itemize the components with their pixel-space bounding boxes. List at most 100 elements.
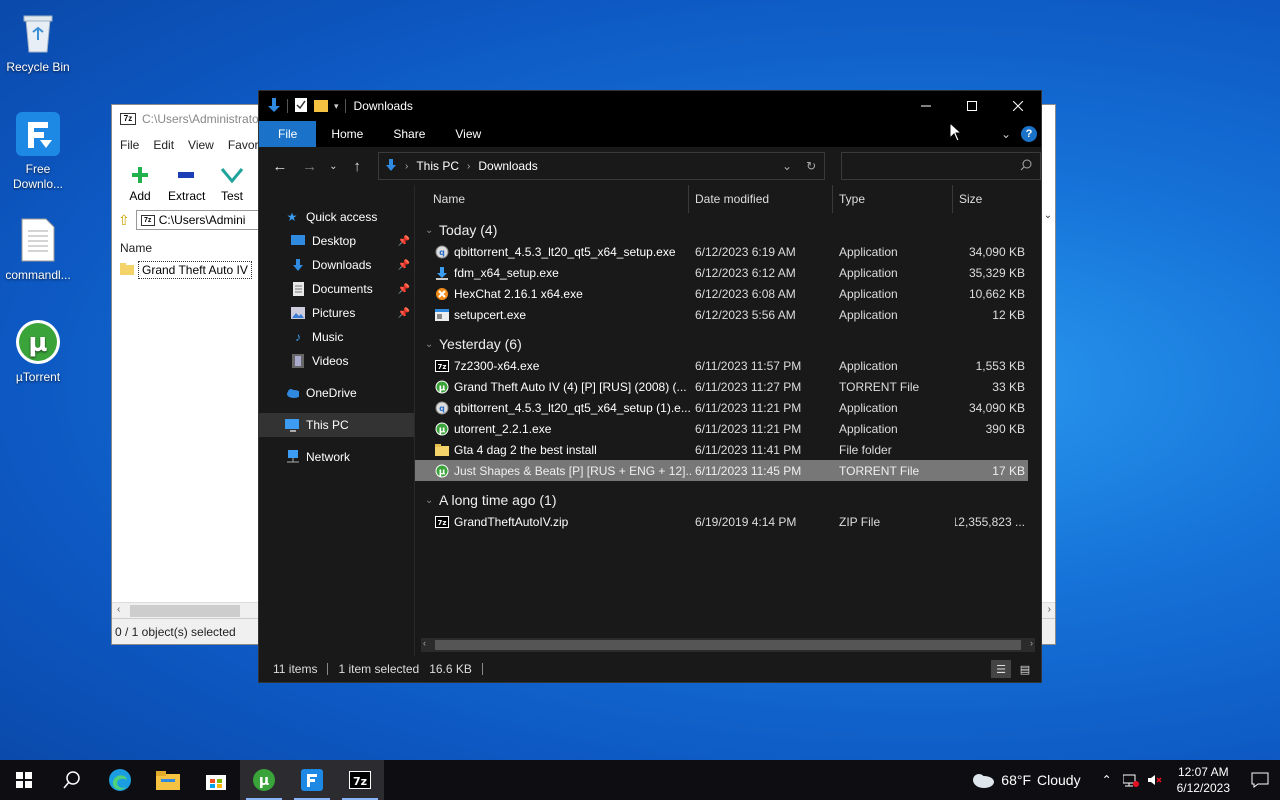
column-name[interactable]: Name xyxy=(427,185,689,213)
group-header[interactable]: ⌄ Today (4) xyxy=(415,219,1041,241)
menu-favorites[interactable]: Favori xyxy=(228,138,261,152)
search-input[interactable] xyxy=(841,152,1042,180)
volume-muted-icon[interactable] xyxy=(1143,773,1167,787)
nav-onedrive[interactable]: OneDrive xyxy=(259,381,414,405)
expand-ribbon-chevron-icon[interactable]: ⌄ xyxy=(1001,127,1011,141)
close-button[interactable] xyxy=(995,91,1041,121)
scrollbar-thumb[interactable] xyxy=(130,605,240,617)
up-button[interactable]: ↑ xyxy=(344,153,370,179)
nav-videos[interactable]: Videos xyxy=(259,349,414,373)
scroll-left-icon[interactable]: ‹ xyxy=(117,604,120,615)
column-type[interactable]: Type xyxy=(833,185,953,213)
menu-file[interactable]: File xyxy=(120,138,139,152)
taskbar-store[interactable] xyxy=(192,760,240,800)
details-view-button[interactable]: ☰ xyxy=(991,660,1011,678)
file-name-cell: Gta 4 dag 2 the best install xyxy=(435,439,693,460)
collapse-chevron-icon[interactable]: ⌄ xyxy=(425,225,439,236)
table-row[interactable]: setupcert.exe 6/12/2023 5:56 AM Applicatio… xyxy=(415,304,1041,325)
file-date: 6/11/2023 11:45 PM xyxy=(695,463,802,478)
add-button[interactable]: Add xyxy=(122,164,158,203)
start-button[interactable] xyxy=(0,760,48,800)
tab-view[interactable]: View xyxy=(440,121,496,147)
hexchat-icon xyxy=(435,287,449,301)
table-row[interactable]: µ utorrent_2.2.1.exe 6/11/2023 11:21 PM App… xyxy=(415,418,1041,439)
desktop-icon-recycle-bin[interactable]: Recycle Bin xyxy=(0,8,76,75)
test-button[interactable]: Test xyxy=(214,164,250,203)
nav-network[interactable]: Network xyxy=(259,445,414,469)
network-icon[interactable] xyxy=(1119,773,1143,787)
selection-count: 1 item selected xyxy=(338,662,420,676)
table-row[interactable]: HexChat 2.16.1 x64.exe 6/12/2023 6:08 AM A… xyxy=(415,283,1041,304)
column-date-modified[interactable]: Date modified xyxy=(689,185,833,213)
7zip-address-field[interactable]: 7z C:\Users\Admini xyxy=(135,210,266,230)
scroll-right-icon[interactable]: › xyxy=(1048,604,1051,615)
collapse-chevron-icon[interactable]: ⌄ xyxy=(425,339,439,350)
customize-chevron-icon[interactable]: ▾ xyxy=(334,101,339,112)
tab-home[interactable]: Home xyxy=(316,121,378,147)
file-size: 34,090 KB xyxy=(968,400,1025,415)
desktop-icon-utorrent[interactable]: µ µTorrent xyxy=(0,318,76,385)
table-row[interactable]: 7z 7z2300-x64.exe 6/11/2023 11:57 PM Applic… xyxy=(415,355,1041,376)
collapse-chevron-icon[interactable]: ⌄ xyxy=(425,495,439,506)
scroll-right-icon[interactable]: › xyxy=(1030,638,1033,648)
recent-locations-chevron-icon[interactable]: ⌄ xyxy=(326,153,340,179)
menu-view[interactable]: View xyxy=(188,138,214,152)
minimize-button[interactable] xyxy=(903,91,949,121)
properties-icon[interactable] xyxy=(294,97,308,116)
file-explorer-window[interactable]: ▾ Downloads File Home Share View ⌄ ? ← →… xyxy=(258,90,1042,683)
group-header[interactable]: ⌄ Yesterday (6) xyxy=(415,333,1041,355)
chevron-down-icon[interactable]: ⌄ xyxy=(1041,210,1055,230)
extract-button[interactable]: Extract xyxy=(168,164,205,203)
nav-pictures[interactable]: Pictures 📌 xyxy=(259,301,414,325)
taskbar-utorrent[interactable]: µ xyxy=(240,760,288,800)
refresh-icon[interactable]: ↻ xyxy=(806,159,816,173)
notification-center-button[interactable] xyxy=(1240,772,1280,788)
taskbar-free-download-manager[interactable] xyxy=(288,760,336,800)
breadcrumb-downloads[interactable]: Downloads xyxy=(478,159,537,173)
back-button[interactable]: ← xyxy=(267,153,293,179)
large-icons-view-button[interactable]: ▤ xyxy=(1015,660,1035,678)
table-row[interactable]: q qbittorrent_4.5.3_lt20_qt5_x64_setup (1… xyxy=(415,397,1041,418)
menu-edit[interactable]: Edit xyxy=(153,138,174,152)
table-row[interactable]: Gta 4 dag 2 the best install 6/11/2023 11… xyxy=(415,439,1041,460)
nav-music[interactable]: ♪ Music xyxy=(259,325,414,349)
nav-label: Pictures xyxy=(312,306,356,320)
scroll-left-icon[interactable]: ‹ xyxy=(423,638,426,648)
nav-downloads[interactable]: Downloads 📌 xyxy=(259,253,414,277)
table-row[interactable]: µ Just Shapes & Beats [P] [RUS + ENG + 12… xyxy=(415,460,1028,481)
tab-share[interactable]: Share xyxy=(378,121,440,147)
address-dropdown-icon[interactable]: ⌄ xyxy=(782,159,792,173)
help-icon[interactable]: ? xyxy=(1021,126,1037,142)
tab-file[interactable]: File xyxy=(259,121,317,147)
folder-up-icon[interactable]: ⇧ xyxy=(118,212,130,229)
weather-widget[interactable]: 68°F Cloudy xyxy=(969,772,1094,788)
table-row[interactable]: 7z GrandTheftAutoIV.zip 6/19/2019 4:14 PM Z… xyxy=(415,511,1041,532)
file-size xyxy=(955,439,1025,460)
taskbar-7zip[interactable]: 7z xyxy=(336,760,384,800)
nav-this-pc[interactable]: This PC xyxy=(259,413,414,437)
new-folder-icon[interactable] xyxy=(314,97,328,116)
taskbar-file-explorer[interactable] xyxy=(144,760,192,800)
clock[interactable]: 12:07 AM 6/12/2023 xyxy=(1167,764,1240,796)
desktop-icon-commandline[interactable]: commandl... xyxy=(0,216,76,283)
maximize-button[interactable] xyxy=(949,91,995,121)
nav-desktop[interactable]: Desktop 📌 xyxy=(259,229,414,253)
desktop-icon-free-download-manager[interactable]: Free Downlo... xyxy=(0,110,76,192)
taskbar-edge[interactable] xyxy=(96,760,144,800)
forward-button[interactable]: → xyxy=(297,153,323,179)
breadcrumb-chevron-icon[interactable]: › xyxy=(467,161,470,172)
group-header[interactable]: ⌄ A long time ago (1) xyxy=(415,489,1041,511)
nav-quick-access[interactable]: ★ Quick access xyxy=(259,205,414,229)
breadcrumb-this-pc[interactable]: This PC xyxy=(416,159,459,173)
address-bar[interactable]: › This PC › Downloads ⌄ ↻ xyxy=(378,152,826,180)
table-row[interactable]: µ Grand Theft Auto IV (4) [P] [RUS] (2008… xyxy=(415,376,1041,397)
table-row[interactable]: fdm_x64_setup.exe 6/12/2023 6:12 AM Applic… xyxy=(415,262,1041,283)
nav-documents[interactable]: Documents 📌 xyxy=(259,277,414,301)
horizontal-scrollbar[interactable]: ‹ › xyxy=(421,638,1035,652)
table-row[interactable]: q qbittorrent_4.5.3_lt20_qt5_x64_setup.ex… xyxy=(415,241,1041,262)
scrollbar-thumb[interactable] xyxy=(435,640,1021,650)
column-size[interactable]: Size xyxy=(953,185,1033,213)
breadcrumb-chevron-icon[interactable]: › xyxy=(405,161,408,172)
search-button[interactable] xyxy=(48,760,96,800)
show-hidden-icons-chevron-icon[interactable]: ⌃ xyxy=(1095,773,1119,787)
